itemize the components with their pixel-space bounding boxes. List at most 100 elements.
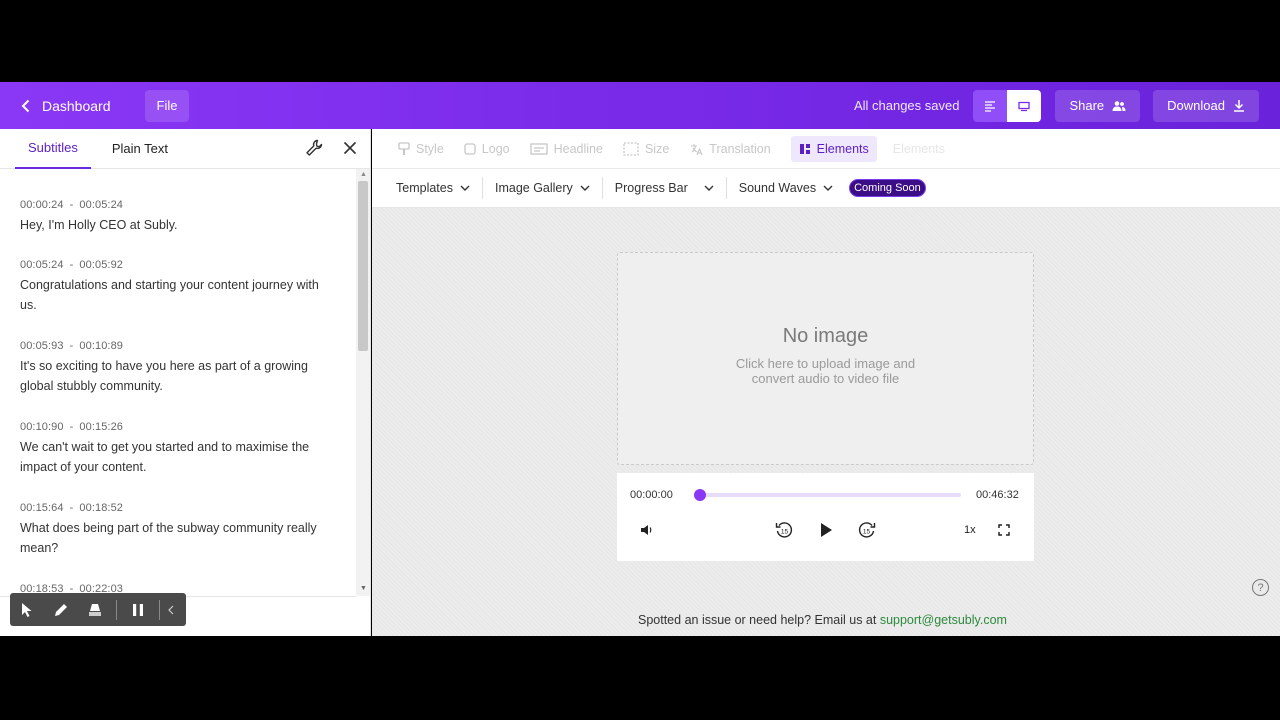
top-bar: Dashboard File All changes saved Share D… [0, 82, 1280, 129]
image-upload-area[interactable]: No image Click here to upload image and … [617, 252, 1034, 465]
tab-subtitles[interactable]: Subtitles [15, 129, 91, 169]
image-gallery-dropdown[interactable]: Image Gallery [481, 177, 602, 199]
tab-hidden[interactable]: Elements [889, 136, 949, 162]
logo-icon [464, 142, 476, 155]
chevron-down-icon [704, 185, 714, 191]
coming-soon-badge: Coming Soon [849, 179, 926, 197]
seek-bar[interactable] [697, 493, 961, 497]
tab-logo[interactable]: Logo [460, 136, 514, 162]
translation-icon [691, 143, 703, 155]
support-note: Spotted an issue or need help? Email us … [638, 613, 1007, 627]
scroll-down-arrow-icon[interactable]: ▼ [360, 585, 367, 592]
tab-plain-text[interactable]: Plain Text [99, 129, 181, 169]
subtitle-timecode: 00:10:90-00:15:26 [20, 421, 124, 433]
subtitle-list: 00:00:24-00:05:24 Hey, I'm Holly CEO at … [0, 169, 356, 596]
tab-style[interactable]: Style [394, 136, 448, 162]
forward-button[interactable]: 15 [857, 520, 877, 540]
subtitle-entry[interactable]: 00:05:24-00:05:92 Congratulations and st… [20, 259, 330, 315]
users-icon [1112, 100, 1126, 111]
current-time: 00:00:00 [630, 489, 673, 501]
letterbox-top [0, 0, 1280, 82]
total-duration: 00:46:32 [976, 489, 1019, 501]
scroll-up-arrow-icon[interactable]: ▲ [360, 171, 367, 178]
subtitle-text[interactable]: It's so exciting to have you here as par… [20, 356, 330, 396]
pen-tool[interactable] [44, 593, 78, 626]
subtitle-text[interactable]: We can't wait to get you started and to … [20, 437, 330, 477]
svg-text:15: 15 [781, 529, 789, 536]
media-player: 00:00:00 00:46:32 15 15 1x [617, 473, 1034, 561]
playback-speed[interactable]: 1x [964, 524, 976, 536]
subtitle-text[interactable]: Congratulations and starting your conten… [20, 275, 330, 315]
eraser-tool[interactable] [78, 593, 112, 626]
tab-headline[interactable]: Headline [526, 136, 607, 162]
editor-workspace: Style Logo Headline Size Translation Ele… [372, 129, 1280, 636]
play-icon [821, 523, 832, 537]
size-icon [623, 141, 639, 156]
subtitle-timecode: 00:00:24-00:05:24 [20, 199, 124, 211]
tab-translation[interactable]: Translation [685, 136, 774, 162]
subtitle-text[interactable]: Hey, I'm Holly CEO at Subly. [20, 215, 330, 235]
chevron-left-icon [168, 605, 174, 614]
save-status: All changes saved [853, 98, 960, 113]
scrollbar-thumb[interactable] [358, 181, 368, 351]
play-button[interactable] [816, 520, 836, 540]
cursor-arrow-icon [22, 602, 32, 617]
chevron-down-icon [580, 185, 590, 191]
chevron-left-icon [21, 99, 30, 112]
pause-tool[interactable] [121, 593, 155, 626]
sound-waves-dropdown[interactable]: Sound Waves [725, 177, 845, 199]
editor-tabs: Style Logo Headline Size Translation Ele… [372, 129, 1280, 169]
file-menu-button[interactable]: File [144, 89, 190, 122]
support-email-link[interactable]: support@getsubly.com [880, 613, 1007, 627]
subtitle-timecode: 00:15:64-00:18:52 [20, 502, 124, 514]
subtitle-scrollbar[interactable]: ▲ ▼ [356, 169, 370, 596]
download-button[interactable]: Download [1153, 89, 1259, 122]
elements-subtabs: Templates Image Gallery Progress Bar Sou… [372, 169, 1280, 208]
collapse-toolbar[interactable] [164, 593, 178, 626]
no-image-title: No image [782, 325, 869, 347]
subtitle-text[interactable]: What does being part of the subway commu… [20, 518, 330, 558]
rewind-button[interactable]: 15 [774, 520, 794, 540]
align-left-icon [985, 100, 996, 112]
subtitles-panel: Subtitles Plain Text 00:00:24-00:05:24 H… [0, 129, 371, 636]
video-layout-icon [1018, 101, 1031, 111]
wrench-icon[interactable] [305, 139, 323, 157]
toolbar-divider [159, 599, 160, 620]
letterbox-bottom [0, 636, 1280, 720]
share-button[interactable]: Share [1055, 89, 1141, 122]
help-icon[interactable]: ? [1252, 579, 1269, 596]
tab-size[interactable]: Size [619, 136, 673, 162]
subtitle-timecode: 00:05:93-00:10:89 [20, 340, 124, 352]
rewind-15-icon: 15 [775, 522, 793, 538]
subtitle-tabs: Subtitles Plain Text [0, 129, 370, 169]
back-to-dashboard[interactable]: Dashboard [18, 98, 111, 114]
svg-text:15: 15 [863, 529, 871, 536]
progress-bar-dropdown[interactable]: Progress Bar [601, 177, 726, 199]
pencil-icon [55, 603, 67, 616]
close-icon[interactable] [342, 140, 358, 156]
elements-icon [799, 143, 810, 154]
pause-icon [133, 603, 143, 616]
back-label: Dashboard [42, 97, 111, 114]
volume-button[interactable] [637, 520, 657, 540]
chevron-down-icon [460, 185, 470, 191]
toolbar-divider [116, 599, 117, 620]
seek-handle[interactable] [694, 489, 706, 501]
subtitle-entry[interactable]: 00:05:93-00:10:89 It's so exciting to ha… [20, 340, 330, 396]
view-list-toggle[interactable] [973, 89, 1008, 122]
share-label: Share [1069, 98, 1105, 113]
tab-elements[interactable]: Elements [790, 135, 877, 162]
subtitle-timecode: 00:05:24-00:05:92 [20, 259, 124, 271]
templates-dropdown[interactable]: Templates [372, 177, 482, 199]
forward-15-icon: 15 [858, 522, 876, 538]
annotation-toolbar [10, 593, 186, 626]
subtitle-entry[interactable]: 00:10:90-00:15:26 We can't wait to get y… [20, 421, 330, 477]
style-icon [398, 141, 410, 155]
subtitle-entry[interactable]: 00:00:24-00:05:24 Hey, I'm Holly CEO at … [20, 199, 330, 235]
view-video-toggle[interactable] [1007, 89, 1042, 122]
view-toggle [973, 89, 1042, 122]
fullscreen-button[interactable] [994, 520, 1014, 540]
pointer-tool[interactable] [10, 593, 44, 626]
download-label: Download [1167, 98, 1225, 113]
subtitle-entry[interactable]: 00:15:64-00:18:52 What does being part o… [20, 502, 330, 558]
